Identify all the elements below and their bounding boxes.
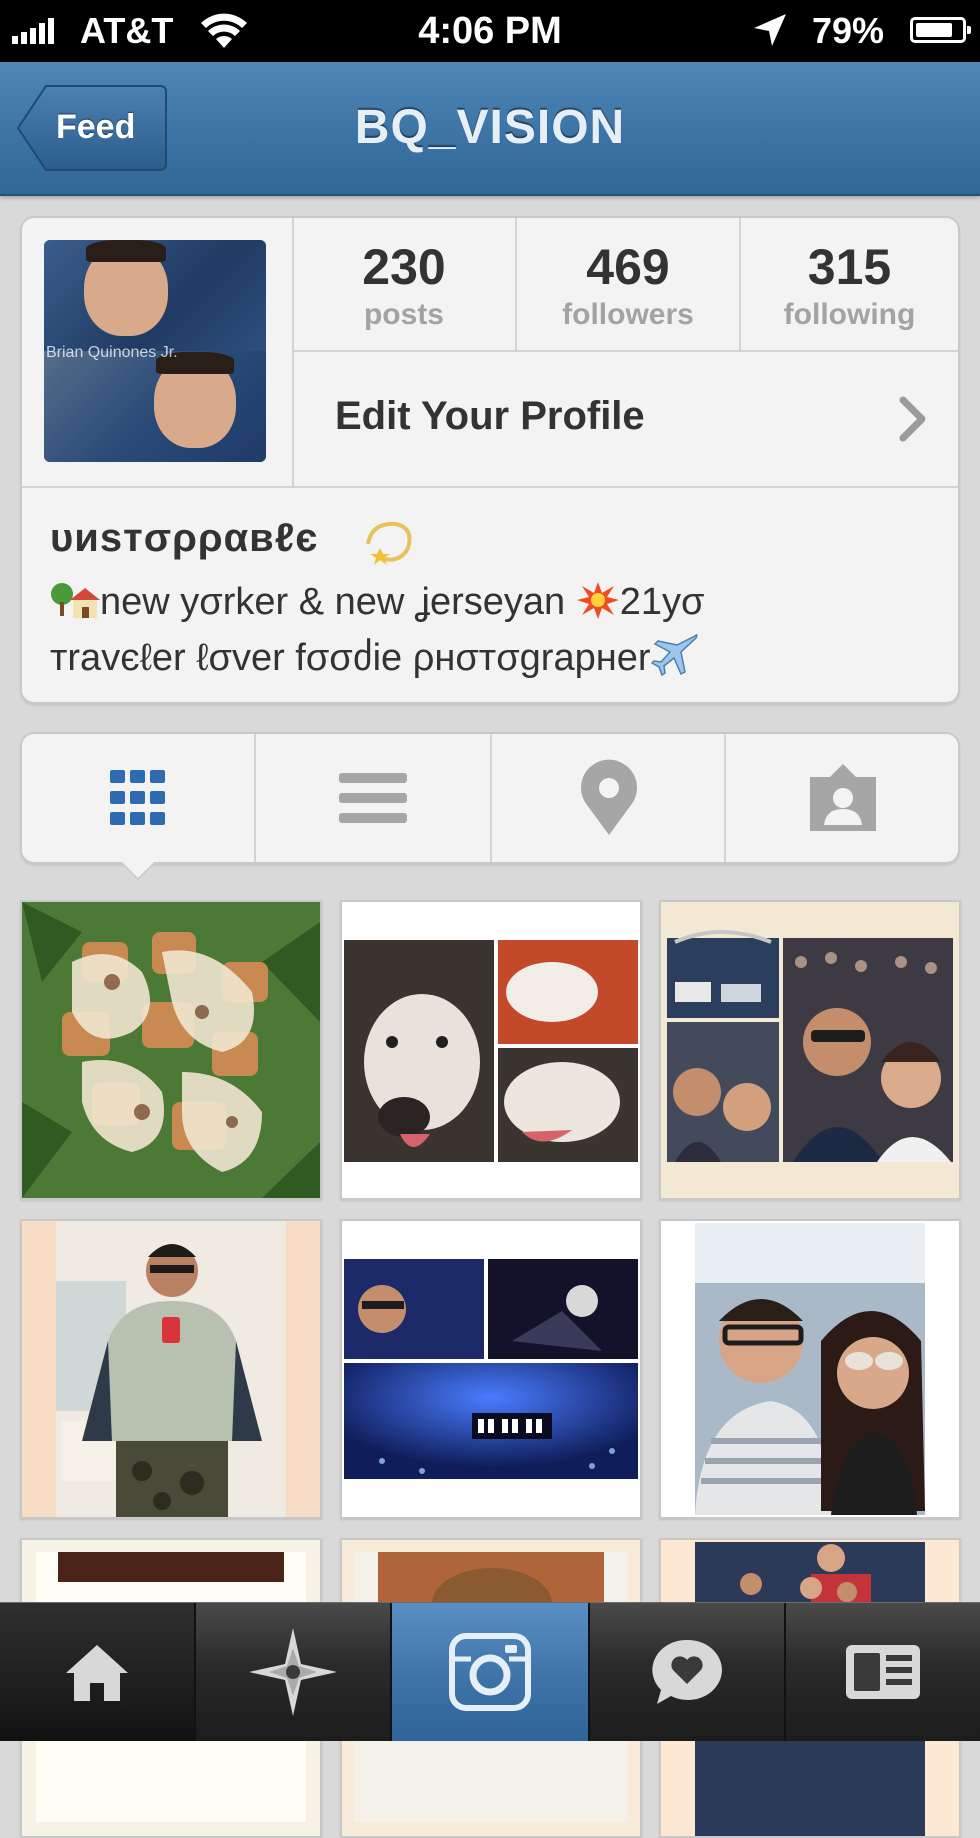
explore-star-icon	[249, 1628, 337, 1716]
bio-line-2: тravєℓer ℓσver fσσძie ρнσтσgrapнer	[50, 632, 699, 686]
avatar[interactable]: Brian Quinones Jr.	[44, 240, 266, 462]
grid-icon	[110, 770, 165, 825]
navigation-bar: Feed BQ_VISION	[0, 62, 980, 196]
following-count: 315	[807, 239, 892, 295]
list-icon	[339, 773, 407, 823]
page-title: BQ_VISION	[354, 101, 626, 154]
active-tab-pointer	[122, 862, 154, 878]
bio-line-2-text: тravєℓer ℓσver fσσძie ρнσтσgrapнer	[50, 637, 651, 679]
followers-count: 469	[586, 239, 670, 295]
location-arrow-icon	[752, 12, 788, 53]
followers-stat[interactable]: 469 followers	[515, 218, 739, 352]
tab-explore[interactable]	[196, 1603, 392, 1741]
profile-header-card: Brian Quinones Jr. 230 posts 469 followe…	[20, 216, 960, 704]
status-bar: AT&T 4:06 PM 79%	[0, 0, 980, 62]
bio-line-1-age: 21yσ	[619, 581, 705, 623]
view-mode-tabs	[20, 732, 960, 864]
heart-bubble-icon	[652, 1639, 722, 1704]
dizzy-star-emoji-icon	[362, 514, 418, 575]
bottom-tab-bar	[0, 1602, 980, 1741]
photo-thumbnail-couple-selfie[interactable]	[659, 1219, 961, 1519]
tab-home[interactable]	[0, 1603, 196, 1741]
tab-news[interactable]	[590, 1603, 786, 1741]
camera-icon	[449, 1633, 531, 1711]
profile-card-icon	[846, 1645, 920, 1699]
bio-line-1: new yσrker & new ʝerseyan 21yσ	[50, 580, 704, 630]
tagged-person-icon	[810, 764, 876, 831]
tab-list-view[interactable]	[254, 734, 490, 862]
posts-stat[interactable]: 230 posts	[293, 218, 515, 352]
avatar-caption: Brian Quinones Jr.	[46, 344, 178, 361]
airplane-emoji-icon	[650, 632, 699, 686]
bio-section: υиѕтσρραвℓє new yσrker & new ʝerseyan 21…	[22, 486, 958, 704]
house-with-tree-emoji-icon	[50, 580, 100, 630]
tab-camera[interactable]	[392, 1603, 590, 1741]
tab-photos-of-you[interactable]	[724, 734, 960, 862]
photo-thumbnail-dog-collage[interactable]	[340, 900, 642, 1200]
avatar-cell: Brian Quinones Jr.	[22, 218, 294, 486]
followers-label: followers	[562, 298, 694, 331]
photo-thumbnail-mirror-selfie[interactable]	[20, 1219, 322, 1519]
tab-profile[interactable]	[786, 1603, 980, 1741]
battery-percent: 79%	[812, 10, 885, 51]
map-pin-icon	[581, 759, 637, 835]
chevron-right-icon	[898, 396, 928, 447]
tab-grid-view[interactable]	[22, 734, 254, 862]
posts-count: 230	[362, 239, 446, 295]
collision-emoji-icon	[576, 580, 620, 630]
edit-profile-button[interactable]: Edit Your Profile	[293, 352, 958, 486]
photo-thumbnail-salad[interactable]	[20, 900, 322, 1200]
battery-icon	[910, 17, 971, 43]
bio-line-1-text: new yσrker & new ʝerseyan	[100, 581, 566, 623]
photo-thumbnail-concert-collage[interactable]	[340, 1219, 642, 1519]
following-label: following	[783, 298, 916, 331]
home-icon	[66, 1645, 128, 1701]
photo-thumbnail-street-festival[interactable]	[659, 900, 961, 1200]
bio-name: υиѕтσρραвℓє	[50, 516, 319, 560]
following-stat[interactable]: 315 following	[739, 218, 958, 352]
posts-label: posts	[363, 298, 444, 331]
tab-photo-map[interactable]	[490, 734, 726, 862]
edit-profile-label: Edit Your Profile	[335, 394, 645, 438]
